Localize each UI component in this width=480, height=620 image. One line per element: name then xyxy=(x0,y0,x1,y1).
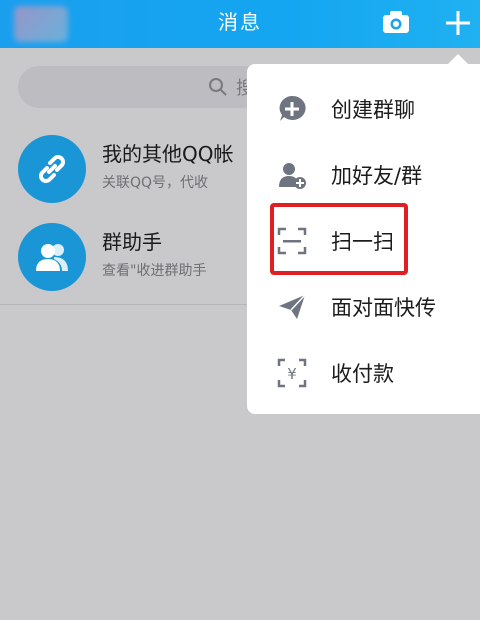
payment-icon: ¥ xyxy=(277,358,307,388)
top-bar: 消息 xyxy=(0,0,480,48)
search-icon xyxy=(208,77,228,97)
menu-item-label: 创建群聊 xyxy=(331,98,415,122)
plus-icon[interactable] xyxy=(443,8,473,38)
menu-item-create-group[interactable]: 创建群聊 xyxy=(247,74,480,140)
camera-icon[interactable] xyxy=(382,10,410,34)
menu-item-add-friend[interactable]: 加好友/群 xyxy=(247,140,480,206)
add-friend-icon xyxy=(277,160,307,190)
paper-plane-icon xyxy=(277,292,307,322)
menu-item-label: 收付款 xyxy=(331,362,394,386)
conversation-preview: 查看"收进群助手 xyxy=(102,263,207,279)
create-group-icon xyxy=(277,94,307,124)
menu-item-face-to-face[interactable]: 面对面快传 xyxy=(247,272,480,338)
menu-item-payment[interactable]: ¥ 收付款 xyxy=(247,338,480,404)
link-icon xyxy=(18,135,86,203)
menu-item-label: 面对面快传 xyxy=(331,296,436,320)
conversation-name: 我的其他QQ帐 xyxy=(102,142,234,166)
conversation-preview: 关联QQ号，代收 xyxy=(102,175,209,191)
svg-text:¥: ¥ xyxy=(287,365,297,383)
group-icon xyxy=(18,223,86,291)
menu-item-label: 加好友/群 xyxy=(331,164,423,188)
search-bar[interactable]: 搜 xyxy=(18,66,268,108)
scan-highlight-box xyxy=(270,203,408,275)
conversation-name: 群助手 xyxy=(102,230,162,254)
